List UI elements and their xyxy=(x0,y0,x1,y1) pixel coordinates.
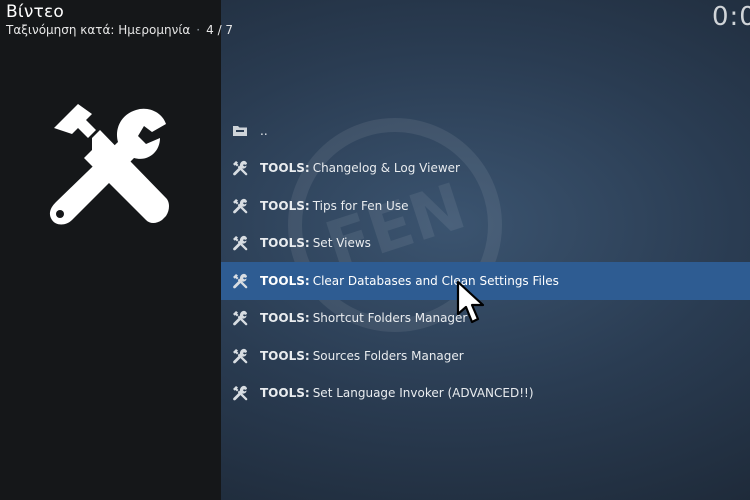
list-item-parent-folder[interactable]: .. xyxy=(221,112,750,150)
list-item-prefix: TOOLS: xyxy=(260,198,310,213)
list-item[interactable]: TOOLS: Set Views xyxy=(221,225,750,263)
header-subtitle: Ταξινόμηση κατά: Ημερομηνία · 4 / 7 xyxy=(6,23,233,37)
list-item-label: Changelog & Log Viewer xyxy=(312,161,460,176)
tools-icon xyxy=(232,273,248,289)
list-item-prefix: TOOLS: xyxy=(260,161,310,176)
list-item-label: Tips for Fen Use xyxy=(312,198,409,213)
list-item-label: Set Views xyxy=(312,236,371,251)
list-item[interactable]: TOOLS: Sources Folders Manager xyxy=(221,337,750,375)
tools-icon xyxy=(232,198,248,214)
list-item-label: Shortcut Folders Manager xyxy=(312,311,468,326)
tools-icon xyxy=(232,385,248,401)
list-item[interactable]: TOOLS: Tips for Fen Use xyxy=(221,187,750,225)
clock: 0:0 xyxy=(712,2,750,32)
tools-icon xyxy=(232,235,248,251)
list-item[interactable]: TOOLS: Set Language Invoker (ADVANCED!!) xyxy=(221,375,750,413)
list-item-label: Sources Folders Manager xyxy=(312,348,464,363)
file-list: .. TOOLS: Changelog & Log Viewer TOOLS: Tip… xyxy=(221,112,750,412)
tools-icon xyxy=(232,160,248,176)
list-item-prefix: TOOLS: xyxy=(260,236,310,251)
page-title: Βίντεο xyxy=(6,2,64,22)
list-item-prefix: TOOLS: xyxy=(260,348,310,363)
item-position: 4 / 7 xyxy=(206,23,234,37)
list-item-label: .. xyxy=(260,123,268,138)
tools-icon xyxy=(232,348,248,364)
list-item-prefix: TOOLS: xyxy=(260,311,310,326)
list-item-prefix: TOOLS: xyxy=(260,386,310,401)
tools-icon xyxy=(232,310,248,326)
mouse-pointer-icon xyxy=(456,280,485,324)
list-item-prefix: TOOLS: xyxy=(260,273,310,288)
sort-label[interactable]: Ταξινόμηση κατά: Ημερομηνία xyxy=(6,23,190,37)
left-panel xyxy=(0,0,221,500)
list-item-label: Set Language Invoker (ADVANCED!!) xyxy=(312,386,534,401)
separator: · xyxy=(196,23,201,37)
list-item-label: Clear Databases and Clean Settings Files xyxy=(312,273,559,288)
folder-back-icon xyxy=(232,123,248,139)
tools-icon xyxy=(49,104,169,225)
list-item[interactable]: TOOLS: Changelog & Log Viewer xyxy=(221,150,750,188)
